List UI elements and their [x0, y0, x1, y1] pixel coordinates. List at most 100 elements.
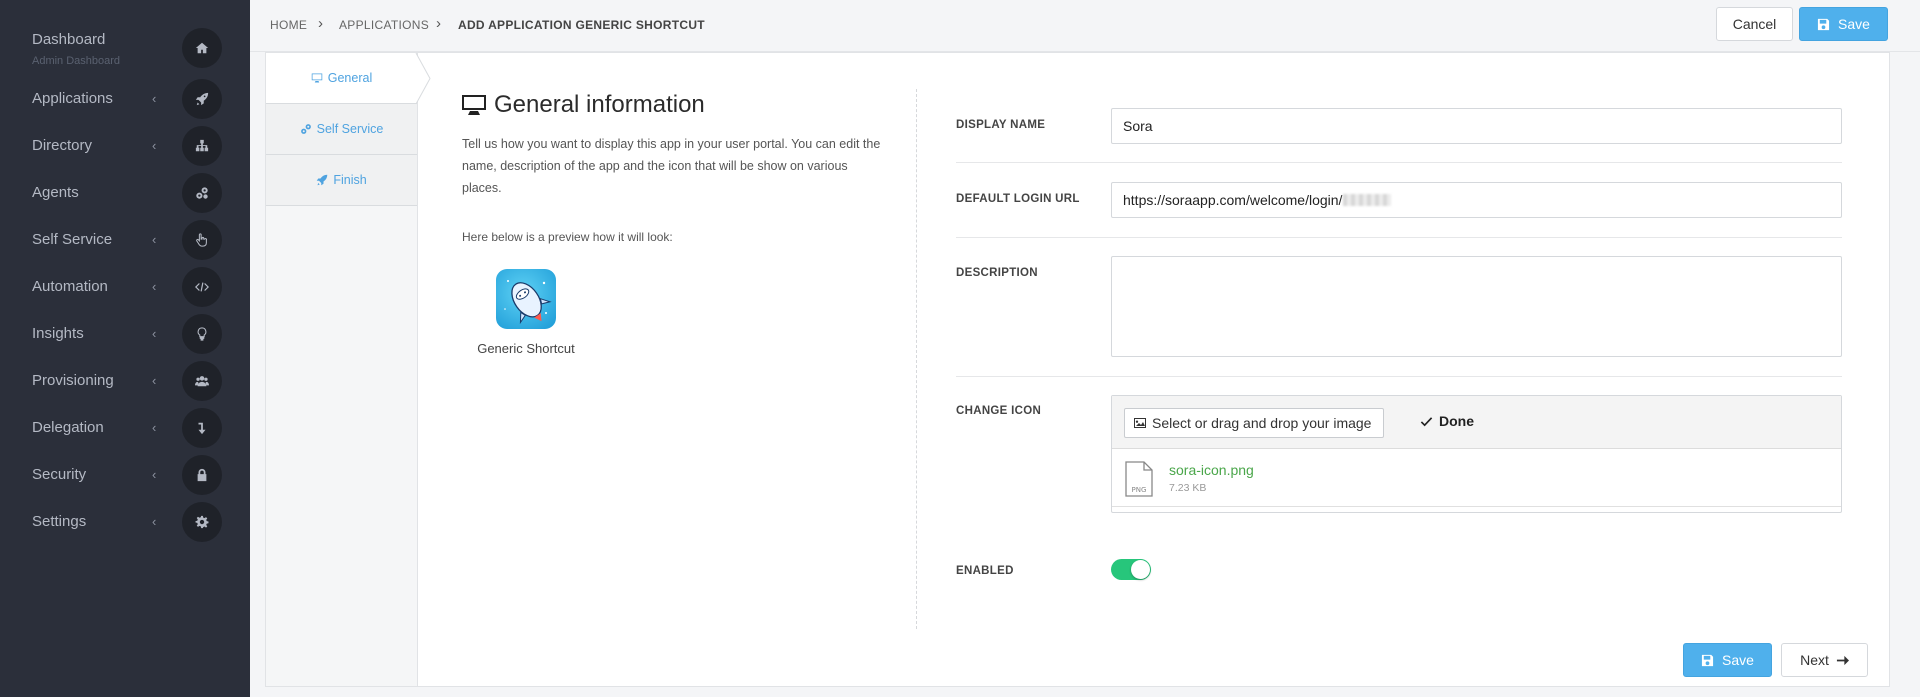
upload-status: Done [1420, 413, 1474, 429]
next-button[interactable]: Next [1781, 643, 1868, 677]
footer-save-button[interactable]: Save [1683, 643, 1772, 677]
login-url-value: https://soraapp.com/welcome/login/ [1123, 192, 1343, 208]
chevron-left-icon: ‹ [152, 279, 157, 294]
breadcrumb-applications[interactable]: APPLICATIONS [339, 18, 429, 32]
section-divider [916, 89, 917, 629]
main-panel: General Self Service Finish General info… [265, 52, 1890, 687]
sidebar-item-label: Directory [32, 137, 93, 154]
toggle-knob [1131, 560, 1150, 579]
wizard-step-finish[interactable]: Finish [266, 155, 417, 206]
chevron-left-icon: ‹ [152, 420, 157, 435]
enabled-toggle[interactable] [1111, 559, 1151, 580]
check-icon [1420, 416, 1433, 426]
sidebar-item-label: Provisioning [32, 372, 114, 389]
chevron-left-icon: ‹ [152, 138, 157, 153]
sidebar-item-dashboard[interactable]: Dashboard Admin Dashboard [0, 18, 250, 68]
file-png-icon: PNG [1125, 461, 1153, 497]
sidebar-item-security[interactable]: Security ‹ [0, 451, 250, 498]
breadcrumb-separator: › [318, 15, 323, 32]
cogs-icon [300, 124, 311, 134]
topbar: HOME › APPLICATIONS › ADD APPLICATION GE… [250, 0, 1920, 52]
display-name-input[interactable]: Sora [1111, 108, 1842, 144]
cancel-button[interactable]: Cancel [1716, 7, 1793, 41]
rocket-icon [182, 78, 222, 119]
cancel-label: Cancel [1732, 16, 1777, 32]
desktop-icon [462, 95, 486, 115]
level-down-icon [182, 407, 222, 448]
sidebar-item-automation[interactable]: Automation ‹ [0, 263, 250, 310]
login-url-label: DEFAULT LOGIN URL [956, 193, 1080, 205]
enabled-label: ENABLED [956, 565, 1014, 577]
select-image-button[interactable]: Select or drag and drop your image [1124, 408, 1384, 438]
display-name-label: DISPLAY NAME [956, 119, 1046, 131]
breadcrumb-home[interactable]: HOME [270, 18, 307, 32]
footer-save-label: Save [1722, 652, 1754, 668]
sitemap-icon [182, 125, 222, 166]
active-step-arrow [415, 52, 431, 105]
upload-header: Select or drag and drop your image Done [1112, 396, 1841, 449]
save-button[interactable]: Save [1799, 7, 1888, 41]
form-divider [956, 162, 1842, 163]
sidebar-item-label: Dashboard [32, 31, 106, 48]
app-preview-caption: Generic Shortcut [477, 341, 575, 356]
save-icon [1701, 654, 1714, 666]
lock-icon [182, 454, 222, 495]
wizard-step-self-service[interactable]: Self Service [266, 104, 417, 155]
sidebar-item-insights[interactable]: Insights ‹ [0, 310, 250, 357]
description-textarea[interactable] [1111, 256, 1842, 357]
chevron-left-icon: ‹ [152, 514, 157, 529]
sidebar-item-label: Delegation [32, 419, 104, 436]
chevron-left-icon: ‹ [152, 326, 157, 341]
sidebar-item-applications[interactable]: Applications ‹ [0, 75, 250, 122]
sidebar-item-label: Self Service [32, 231, 113, 248]
breadcrumb-separator: › [436, 15, 441, 32]
form-divider [956, 376, 1842, 377]
save-icon [1817, 18, 1830, 30]
code-icon [182, 266, 222, 307]
sidebar: Dashboard Admin Dashboard Applications ‹… [0, 0, 250, 697]
uploaded-file-size: 7.23 KB [1169, 482, 1207, 494]
form-divider [956, 237, 1842, 238]
sidebar-item-sublabel: Admin Dashboard [32, 55, 121, 67]
image-icon [1134, 418, 1146, 428]
chevron-left-icon: ‹ [152, 91, 157, 106]
change-icon-label: CHANGE ICON [956, 405, 1042, 417]
section-title: General information [461, 91, 705, 119]
icon-upload-box: Select or drag and drop your image Done … [1111, 395, 1842, 513]
app-preview-icon [496, 269, 556, 329]
sidebar-item-label: Security [32, 466, 87, 483]
wizard-steps: General Self Service Finish [266, 52, 431, 686]
chevron-left-icon: ‹ [152, 232, 157, 247]
wizard-step-label: Finish [333, 173, 367, 187]
chevron-left-icon: ‹ [152, 373, 157, 388]
upload-status-label: Done [1439, 413, 1474, 429]
sidebar-item-label: Settings [32, 513, 87, 530]
login-url-input[interactable]: https://soraapp.com/welcome/login/ [1111, 182, 1842, 218]
sidebar-item-agents[interactable]: Agents [0, 169, 250, 216]
sidebar-item-label: Agents [32, 184, 79, 201]
redacted-blur [1343, 194, 1392, 206]
wizard-step-general[interactable]: General [266, 53, 417, 104]
sidebar-item-provisioning[interactable]: Provisioning ‹ [0, 357, 250, 404]
sidebar-item-label: Insights [32, 325, 84, 342]
chevron-left-icon: ‹ [152, 467, 157, 482]
wizard-step-label: Self Service [316, 122, 384, 136]
save-label: Save [1838, 16, 1870, 32]
sidebar-item-settings[interactable]: Settings ‹ [0, 498, 250, 545]
select-image-label: Select or drag and drop your image [1152, 415, 1372, 431]
users-icon [182, 360, 222, 401]
home-icon [182, 28, 222, 68]
lightbulb-icon [182, 313, 222, 354]
hand-pointer-icon [182, 219, 222, 260]
desktop-icon [311, 73, 322, 83]
sidebar-item-directory[interactable]: Directory ‹ [0, 122, 250, 169]
sidebar-item-label: Applications [32, 90, 113, 107]
sidebar-item-self-service[interactable]: Self Service ‹ [0, 216, 250, 263]
sidebar-item-delegation[interactable]: Delegation ‹ [0, 404, 250, 451]
uploaded-file-name[interactable]: sora-icon.png [1169, 462, 1254, 478]
cogs-icon [182, 172, 222, 213]
section-description: Tell us how you want to display this app… [462, 137, 881, 195]
preview-label: Here below is a preview how it will look… [462, 230, 673, 244]
next-label: Next [1800, 652, 1829, 668]
arrow-right-icon [1836, 655, 1849, 665]
